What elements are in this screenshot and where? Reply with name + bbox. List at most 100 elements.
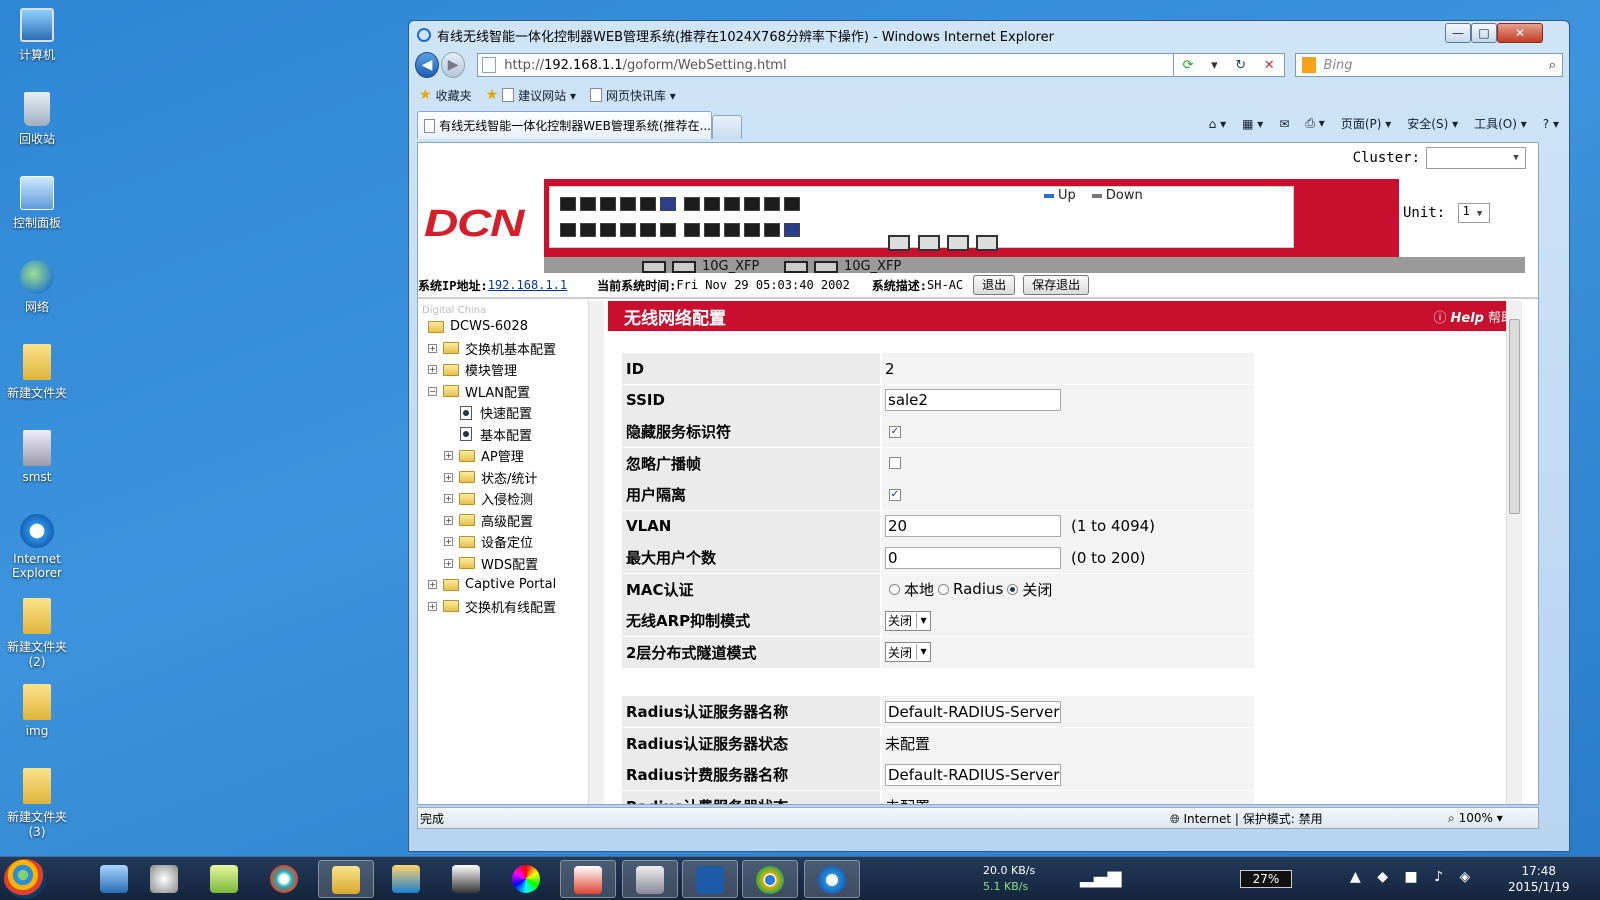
close-button[interactable]: ✕: [1497, 23, 1543, 43]
arp-mode-select[interactable]: 关闭 ▼: [885, 610, 932, 631]
logout-button[interactable]: 退出: [973, 275, 1016, 295]
expander-icon[interactable]: +: [444, 515, 453, 525]
taskbar-app-word[interactable]: [682, 860, 738, 898]
tools-menu[interactable]: 工具(O) ▾: [1474, 115, 1527, 132]
tree-item[interactable]: + AP管理: [418, 445, 606, 467]
vlan-input[interactable]: 20: [885, 515, 1061, 537]
taskbar-app-color[interactable]: [498, 860, 554, 898]
expander-icon[interactable]: +: [428, 601, 437, 611]
favorites-button[interactable]: ★ 收藏夹: [419, 87, 472, 104]
ethernet-port[interactable]: [620, 223, 636, 237]
ethernet-port[interactable]: [744, 223, 760, 237]
ethernet-port[interactable]: [560, 223, 576, 237]
mac-auth-radio[interactable]: [938, 583, 950, 595]
ethernet-port[interactable]: [600, 197, 616, 211]
taskbar-app-notes[interactable]: [196, 860, 252, 898]
title-bar[interactable]: 有线无线智能一体化控制器WEB管理系统(推荐在1024X768分辨率下操作) -…: [409, 21, 1569, 49]
ethernet-port[interactable]: [784, 197, 800, 211]
clock[interactable]: 17:48 2015/1/19: [1508, 863, 1570, 895]
sfp-port[interactable]: [888, 235, 910, 251]
desktop-icon-network[interactable]: 网络: [0, 260, 74, 315]
back-button[interactable]: ◀: [415, 52, 440, 78]
expander-icon[interactable]: −: [428, 386, 437, 396]
mail-icon[interactable]: ✉: [1279, 117, 1289, 131]
taskbar-app-red[interactable]: [560, 860, 616, 898]
ethernet-port[interactable]: [684, 197, 700, 211]
expander-icon[interactable]: +: [444, 537, 453, 547]
ssid-input[interactable]: sale2: [885, 389, 1061, 411]
save-logout-button[interactable]: 保存退出: [1023, 275, 1090, 295]
taskbar-app-tool2[interactable]: [438, 860, 494, 898]
tree-item[interactable]: + Captive Portal: [418, 574, 606, 596]
ignore-broadcast-checkbox[interactable]: [889, 457, 901, 469]
mac-auth-radio[interactable]: [1007, 583, 1019, 595]
zoom-control[interactable]: ⌕ 100% ▾: [1448, 811, 1503, 826]
ethernet-port[interactable]: [724, 223, 740, 237]
user-isolation-checkbox[interactable]: ✓: [889, 488, 901, 501]
suggested-sites[interactable]: ★ 建议网站 ▾: [486, 87, 576, 104]
taskbar-app-remote[interactable]: [86, 860, 142, 898]
taskbar-app-outlook[interactable]: [378, 860, 434, 898]
radius-auth-name-input[interactable]: Default-RADIUS-Server: [885, 700, 1061, 723]
tab-active[interactable]: 有线无线智能一体化控制器WEB管理系统(推荐在...: [417, 111, 712, 139]
desktop-icon-folder-2[interactable]: 新建文件夹 (2): [0, 598, 74, 669]
expander-icon[interactable]: +: [444, 558, 453, 568]
ethernet-port[interactable]: [560, 197, 576, 211]
tree-root[interactable]: DCWS-6028: [418, 316, 606, 338]
ethernet-port[interactable]: [704, 197, 720, 211]
ethernet-port[interactable]: [784, 223, 800, 237]
ethernet-port[interactable]: [620, 197, 636, 211]
desktop-icon-folder-1[interactable]: 新建文件夹: [0, 344, 74, 401]
max-users-input[interactable]: 0: [885, 546, 1061, 569]
tree-item[interactable]: + 设备定位: [418, 531, 606, 553]
ethernet-port[interactable]: [600, 223, 616, 237]
taskbar-app-chrome[interactable]: [742, 860, 798, 898]
expander-icon[interactable]: +: [444, 494, 453, 504]
ethernet-port[interactable]: [704, 223, 720, 237]
ethernet-port[interactable]: [684, 223, 700, 237]
feeds-icon[interactable]: ▦ ▾: [1242, 117, 1263, 131]
desktop-icon-img[interactable]: img: [0, 684, 74, 738]
tree-item[interactable]: + 高级配置: [418, 510, 606, 532]
taskbar-app-window[interactable]: [622, 860, 678, 898]
maximize-button[interactable]: □: [1471, 23, 1497, 43]
tree-item[interactable]: + 交换机有线配置: [418, 596, 606, 618]
safety-menu[interactable]: 安全(S) ▾: [1407, 115, 1458, 132]
minimize-button[interactable]: —: [1445, 23, 1471, 43]
expander-icon[interactable]: +: [428, 365, 437, 375]
stop-icon[interactable]: ✕: [1264, 58, 1275, 73]
ethernet-port[interactable]: [640, 223, 656, 237]
sfp-port[interactable]: [918, 235, 940, 251]
scroll-thumb[interactable]: [1509, 319, 1520, 514]
expander-icon[interactable]: +: [428, 343, 437, 353]
ethernet-port[interactable]: [724, 197, 740, 211]
battery-indicator[interactable]: 27%: [1240, 870, 1292, 888]
desktop-icon-smst[interactable]: smst: [0, 430, 74, 484]
desktop-icon-ie[interactable]: Internet Explorer: [0, 514, 74, 580]
taskbar-app-ie[interactable]: [804, 860, 860, 898]
cluster-select[interactable]: ▼: [1426, 147, 1526, 169]
ethernet-port[interactable]: [744, 197, 760, 211]
desktop-icon-computer[interactable]: 计算机: [0, 8, 74, 63]
tree-item[interactable]: + 入侵检测: [418, 488, 606, 510]
tree-item[interactable]: 快速配置: [418, 402, 606, 424]
address-bar[interactable]: http://192.168.1.1/goform/WebSetting.htm…: [477, 53, 1174, 77]
compat-view-icon[interactable]: ⟳: [1183, 58, 1194, 73]
page-menu[interactable]: 页面(P) ▾: [1341, 115, 1391, 132]
tree-item[interactable]: − WLAN配置: [418, 381, 606, 403]
mac-auth-radio[interactable]: [889, 583, 900, 595]
new-tab-button[interactable]: [712, 115, 742, 139]
tree-item[interactable]: + 模块管理: [418, 359, 606, 381]
sfp-port[interactable]: [976, 235, 998, 251]
start-button[interactable]: [4, 859, 46, 899]
print-icon[interactable]: ⎙ ▾: [1305, 116, 1324, 131]
taskbar-app-media[interactable]: [256, 860, 312, 898]
taskbar-app-tool[interactable]: [136, 860, 192, 898]
ethernet-port[interactable]: [764, 223, 780, 237]
unit-select[interactable]: 1 ▼: [1457, 203, 1490, 223]
hide-ssid-checkbox[interactable]: ✓: [889, 425, 901, 438]
l2-tunnel-select[interactable]: 关闭 ▼: [885, 642, 932, 662]
system-ip-link[interactable]: 192.168.1.1: [488, 278, 567, 292]
forward-button[interactable]: ▶: [441, 52, 466, 78]
tree-item[interactable]: 基本配置: [418, 424, 606, 446]
